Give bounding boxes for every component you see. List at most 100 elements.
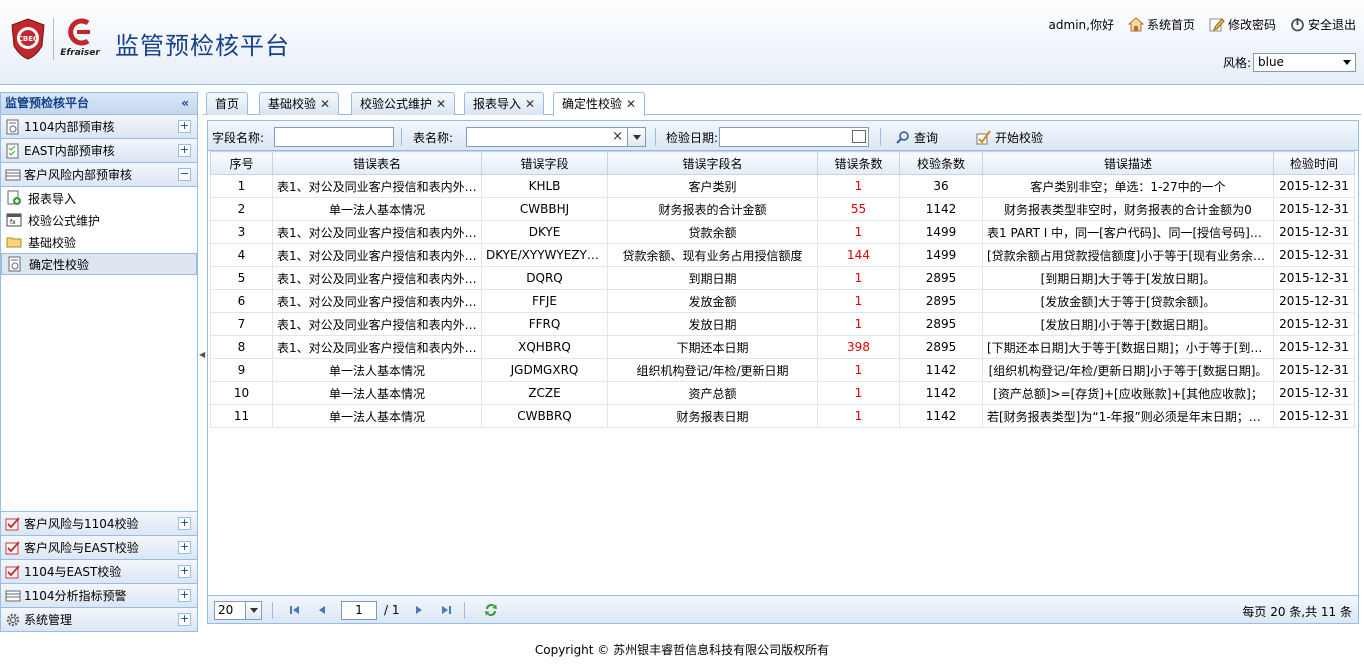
table-cell: 2 xyxy=(210,197,273,221)
table-cell: 1 xyxy=(817,358,900,382)
table-row[interactable]: 9 单一法人基本情况 JGDMGXRQ 组织机构登记/年检/更新日期 1 1142 [组织机… xyxy=(210,358,1355,382)
table-cell: 3 xyxy=(210,220,273,244)
table-row[interactable]: 8表1、对公及同业客户授信和表内外业务明细XQHBRQ下期还本日期3982895… xyxy=(210,335,1355,359)
close-icon[interactable]: ✕ xyxy=(320,97,330,111)
table-name-combo[interactable]: × xyxy=(466,127,646,147)
pager-separator xyxy=(464,602,465,619)
tab-home[interactable]: 首页 xyxy=(206,92,249,115)
column-header[interactable]: 检验时间 xyxy=(1273,151,1355,175)
sidebar-section-label: 1104与EAST校验 xyxy=(24,565,122,579)
sidebar-section-risk-east[interactable]: 客户风险与EAST校验 + xyxy=(1,535,197,559)
check-doc-icon xyxy=(5,516,20,530)
home-link[interactable]: 系统首页 xyxy=(1127,16,1195,33)
table-cell: FFJE xyxy=(481,289,608,313)
column-header[interactable]: 错误描述 xyxy=(982,151,1274,175)
table-cell: 144 xyxy=(817,243,900,267)
next-page-icon[interactable] xyxy=(412,603,426,617)
table-row[interactable]: 3表1、对公及同业客户授信和表内外业务明细DKYE贷款余额11499表1 PAR… xyxy=(210,220,1355,244)
expand-icon[interactable]: + xyxy=(178,120,191,133)
clear-icon[interactable]: × xyxy=(612,129,623,144)
table-cell: 客户类别 xyxy=(607,174,818,198)
collapse-sidebar-icon[interactable]: « xyxy=(181,93,189,114)
sidebar-item-basic-check[interactable]: 基础校验 xyxy=(1,231,197,253)
table-row[interactable]: 2 单一法人基本情况 CWBBHJ 财务报表的合计金额 55 1142 财务报表类型非空时，… xyxy=(210,197,1355,221)
expand-icon[interactable]: + xyxy=(178,565,191,578)
sidebar-section-label: 系统管理 xyxy=(24,613,73,627)
table-row[interactable]: 7表1、对公及同业客户授信和表内外业务明细FFRQ发放日期12895[发放日期]… xyxy=(210,312,1355,336)
chevron-down-icon xyxy=(245,602,261,619)
app-title: 监管预检核平台 xyxy=(115,32,290,60)
collapse-icon[interactable]: − xyxy=(178,168,191,181)
user-greeting: admin,你好 xyxy=(1048,18,1114,32)
sidebar-item-formula-maintenance[interactable]: fx 校验公式维护 xyxy=(1,209,197,231)
close-icon[interactable]: ✕ xyxy=(626,97,636,111)
calendar-icon[interactable] xyxy=(852,130,866,143)
table-cell: DKYE/XYYWYEZYSXED xyxy=(481,243,608,267)
tab-deterministic-check[interactable]: 确定性校验 ✕ xyxy=(553,92,646,116)
query-button[interactable]: 查询 xyxy=(896,127,938,147)
pagination-info: 每页 20 条,共 11 条 xyxy=(1242,605,1352,619)
logout-link[interactable]: 安全退出 xyxy=(1290,16,1356,33)
current-page-input[interactable]: 1 xyxy=(341,601,377,620)
sidebar-section-customer-risk-internal[interactable]: 客户风险内部预审核 − xyxy=(1,163,197,187)
change-password-link[interactable]: 修改密码 xyxy=(1209,16,1276,33)
table-cell: 2015-12-31 xyxy=(1273,174,1355,198)
table-cell: [发放日期]小于等于[数据日期]。 xyxy=(982,312,1274,336)
sidebar-section-1104-east[interactable]: 1104与EAST校验 + xyxy=(1,559,197,583)
close-icon[interactable]: ✕ xyxy=(436,97,446,111)
sidebar-section-system-admin[interactable]: 系统管理 + xyxy=(1,607,197,631)
tab-report-import[interactable]: 报表导入 ✕ xyxy=(464,92,545,115)
table-cell: 表1、对公及同业客户授信和表内外业务明细 xyxy=(272,335,482,359)
logo-divider xyxy=(53,18,54,60)
results-table: 序号 错误表名 错误字段 错误字段名 错误条数 校验条数 错误描述 检验时间 1… xyxy=(210,151,1355,428)
sidebar-section-1104-internal[interactable]: 1104内部预审核 + xyxy=(1,115,197,139)
first-page-icon[interactable] xyxy=(288,603,302,617)
sidebar-splitter-handle[interactable]: ◀ xyxy=(199,350,205,380)
sidebar-item-report-import[interactable]: 报表导入 xyxy=(1,187,197,209)
checklist-icon xyxy=(6,143,19,158)
sidebar-item-deterministic-check[interactable]: 确定性校验 xyxy=(1,253,197,275)
start-check-button[interactable]: 开始校验 xyxy=(975,127,1043,147)
page-size-select[interactable]: 20 xyxy=(214,601,262,620)
tab-label: 基础校验 xyxy=(268,97,317,111)
column-header[interactable]: 错误表名 xyxy=(272,151,482,175)
tab-basic-check[interactable]: 基础校验 ✕ xyxy=(259,92,340,115)
expand-icon[interactable]: + xyxy=(178,144,191,157)
table-cell: 1 xyxy=(817,289,900,313)
main-panel: 字段名称: 表名称: × 检验日期: 查询 开始校验 序号 错误表名 错误字段 … xyxy=(207,120,1359,624)
table-row[interactable]: 10 单一法人基本情况 ZCZE 资产总额 1 1142 [资产总额]>=[存货]+[应收账… xyxy=(210,381,1355,405)
field-name-input[interactable] xyxy=(274,127,394,147)
table-row[interactable]: 5表1、对公及同业客户授信和表内外业务明细DQRQ到期日期12895[到期日期]… xyxy=(210,266,1355,290)
tab-formula-maintenance[interactable]: 校验公式维护 ✕ xyxy=(351,92,456,115)
table-cell: 1142 xyxy=(899,404,983,428)
sidebar: 监管预检核平台 « 1104内部预审核 + EAST内部预审核 + 客户风险内部… xyxy=(0,92,198,632)
table-row[interactable]: 6表1、对公及同业客户授信和表内外业务明细FFJE发放金额12895[发放金额]… xyxy=(210,289,1355,313)
expand-icon[interactable]: + xyxy=(178,517,191,530)
column-header[interactable]: 序号 xyxy=(210,151,273,175)
column-header[interactable]: 错误字段 xyxy=(481,151,608,175)
table-cell: 2015-12-31 xyxy=(1273,404,1355,428)
prev-page-icon[interactable] xyxy=(315,603,329,617)
column-header[interactable]: 校验条数 xyxy=(899,151,983,175)
table-row[interactable]: 11 单一法人基本情况 CWBBRQ 财务报表日期 1 1142 若[财务报表类型]为“1-… xyxy=(210,404,1355,428)
sidebar-section-east-internal[interactable]: EAST内部预审核 + xyxy=(1,139,197,163)
chevron-down-icon[interactable] xyxy=(627,128,645,146)
theme-select[interactable]: blue xyxy=(1253,53,1356,72)
sidebar-section-1104-indicator-alert[interactable]: 1104分析指标预警 + xyxy=(1,583,197,607)
table-row[interactable]: 4表1、对公及同业客户授信和表内外业务明细DKYE/XYYWYEZYSXED贷款… xyxy=(210,243,1355,267)
check-date-input[interactable] xyxy=(719,127,869,147)
table-row[interactable]: 1表1、对公及同业客户授信和表内外业务明细KHLB客户类别136客户类别非空；单… xyxy=(210,174,1355,198)
expand-icon[interactable]: + xyxy=(178,541,191,554)
sidebar-section-risk-1104[interactable]: 客户风险与1104校验 + xyxy=(1,511,197,535)
table-cell: 1 xyxy=(817,404,900,428)
sidebar-section-label: 1104内部预审核 xyxy=(24,120,115,134)
table-cell: 2015-12-31 xyxy=(1273,335,1355,359)
refresh-icon[interactable] xyxy=(483,602,499,618)
column-header[interactable]: 错误字段名 xyxy=(607,151,818,175)
column-header[interactable]: 错误条数 xyxy=(817,151,900,175)
expand-icon[interactable]: + xyxy=(178,613,191,626)
import-icon xyxy=(7,190,21,205)
last-page-icon[interactable] xyxy=(439,603,453,617)
close-icon[interactable]: ✕ xyxy=(525,97,535,111)
expand-icon[interactable]: + xyxy=(178,589,191,602)
